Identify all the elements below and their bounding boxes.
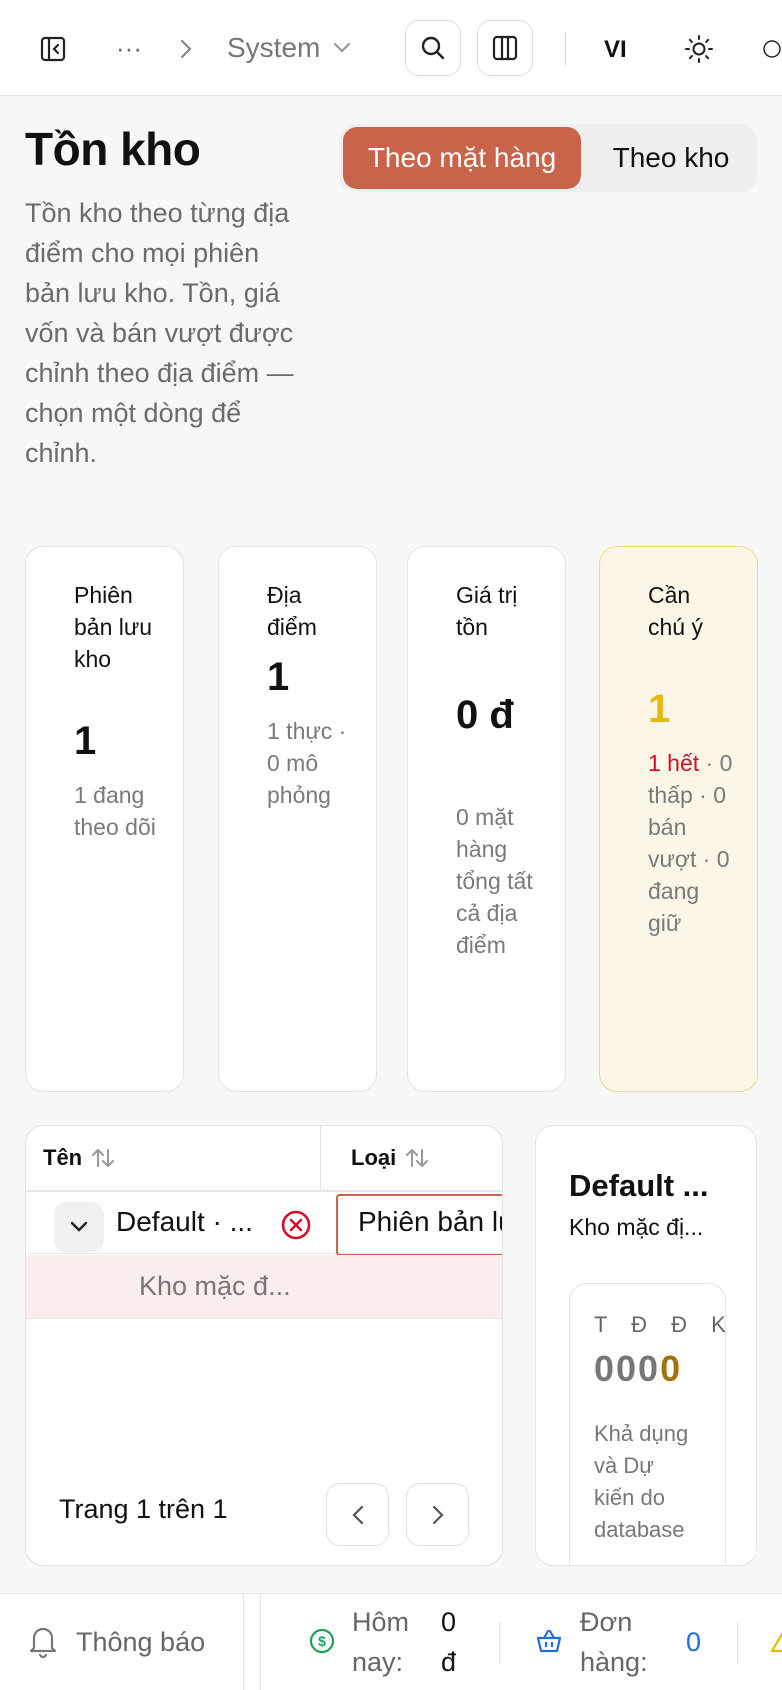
bell-icon[interactable] — [28, 1624, 58, 1663]
stat-label: Cần chú ý — [648, 582, 703, 640]
search-icon — [421, 36, 445, 60]
chevron-left-icon — [351, 1505, 363, 1524]
row-type-cell[interactable]: Phiên bản lưu kho — [336, 1194, 502, 1256]
basket-icon — [535, 1628, 563, 1659]
view-toggle: Theo mặt hàng Theo kho — [339, 124, 757, 192]
warning-icon[interactable] — [770, 1626, 782, 1656]
stock-highlight-digit: 0 — [660, 1348, 683, 1389]
columns-icon — [492, 35, 518, 61]
page-description: Tồn kho theo từng địa điểm cho mọi phiên… — [25, 198, 294, 468]
column-header-label: Tên — [43, 1145, 83, 1170]
sun-icon — [685, 35, 713, 63]
error-icon — [281, 1210, 311, 1240]
stock-breakdown-description: Khả dụng và Dự kiến do database — [594, 1421, 689, 1542]
today-label: Hôm nay: — [352, 1607, 410, 1677]
stat-card-attention: Cần chú ý 1 1 hết · 0 thấp · 0 bán vượt … — [599, 546, 758, 1092]
stat-sub: 1 thực · 0 mô phỏng — [267, 718, 347, 808]
notifications-link[interactable]: Thông báo — [76, 1622, 205, 1662]
stock-breakdown-letters: T Đ Đ K — [594, 1312, 735, 1337]
view-by-item-button[interactable]: Theo mặt hàng — [343, 127, 581, 189]
table-row[interactable]: Default · ... Phiên bản lưu kho — [26, 1192, 502, 1256]
out-of-stock-count: 1 hết — [648, 750, 700, 776]
stat-value: 1 — [648, 687, 671, 731]
stock-breakdown-card: T Đ Đ K 0000 Khả dụng và Dự kiến do data… — [569, 1283, 726, 1565]
svg-text:$: $ — [318, 1633, 326, 1649]
column-divider — [320, 1126, 321, 1190]
breadcrumb-ellipsis[interactable]: ··· — [116, 28, 142, 68]
sort-icon — [406, 1149, 429, 1167]
view-by-warehouse-button[interactable]: Theo kho — [589, 127, 753, 189]
breadcrumb-current[interactable]: System — [227, 28, 352, 68]
sidebar-toggle-icon[interactable] — [36, 32, 70, 66]
detail-panel: Default ... Kho mặc đị... T Đ Đ K 0000 K… — [535, 1125, 757, 1566]
stat-value: 0 đ — [456, 693, 514, 737]
columns-button[interactable] — [477, 20, 533, 76]
chevron-right-icon — [432, 1505, 444, 1524]
next-page-button[interactable] — [406, 1483, 469, 1546]
stat-label: Giá trị tồn — [456, 582, 518, 640]
stat-label: Phiên bản lưu kho — [74, 582, 153, 672]
bottombar-divider — [499, 1622, 500, 1664]
row-name: Default · ... — [116, 1206, 253, 1237]
breadcrumb-chevron-icon — [176, 34, 196, 64]
theme-toggle[interactable] — [682, 32, 716, 66]
bottombar-divider — [243, 1594, 244, 1690]
money-icon: $ — [309, 1628, 335, 1659]
stat-label: Địa điểm — [267, 582, 317, 640]
stock-breakdown-digits: 0000 — [594, 1348, 682, 1390]
bottom-status-bar: Thông báo $ Hôm nay: 0 đ Đơn hàng: 0 — [0, 1593, 782, 1690]
orders-value[interactable]: 0 — [686, 1622, 701, 1662]
page-title: Tồn kho — [25, 123, 201, 175]
chevron-down-icon — [334, 42, 351, 53]
expand-row-button[interactable] — [54, 1202, 104, 1252]
topbar-divider — [565, 32, 566, 66]
table-subrow-location[interactable]: Kho mặc đ... — [26, 1255, 502, 1319]
stock-digits: 000 — [594, 1348, 661, 1389]
detail-title: Default ... — [569, 1168, 709, 1203]
sort-icon — [92, 1149, 115, 1167]
language-switch[interactable]: VI — [604, 30, 627, 70]
chevron-down-icon — [70, 1221, 88, 1232]
stat-sub: 1 đang theo dõi — [74, 782, 156, 840]
detail-subtitle: Kho mặc đị... — [569, 1214, 704, 1240]
pagination-label: Trang 1 trên 1 — [59, 1494, 228, 1524]
bottombar-divider — [260, 1594, 261, 1690]
stat-card-stock-value: Giá trị tồn 0 đ 0 mặt hàng tổng tất cả đ… — [407, 546, 566, 1092]
column-header-name[interactable]: Tên — [43, 1126, 116, 1190]
column-header-type[interactable]: Loại — [351, 1126, 430, 1190]
location-name: Kho mặc đ... — [139, 1271, 291, 1301]
bottombar-divider — [737, 1622, 738, 1664]
user-menu-icon[interactable] — [762, 34, 782, 64]
column-header-label: Loại — [351, 1145, 397, 1170]
stat-card-locations: Địa điểm 1 1 thực · 0 mô phỏng — [218, 546, 377, 1092]
top-bar: ··· System VI — [0, 0, 782, 96]
stat-value: 1 — [267, 655, 290, 699]
breadcrumb-current-label: System — [227, 32, 321, 63]
stat-sub: 0 mặt hàng tổng tất cả địa điểm — [456, 804, 533, 958]
stat-value: 1 — [74, 719, 97, 763]
search-button[interactable] — [405, 20, 461, 76]
orders-label: Đơn hàng: — [580, 1607, 648, 1677]
inventory-table: Tên Loại Default · ... Phiên bản lưu kho… — [25, 1125, 503, 1566]
stat-sub: 1 hết · 0 thấp · 0 bán vượt · 0 đang giữ — [648, 747, 738, 939]
stat-card-variants: Phiên bản lưu kho 1 1 đang theo dõi — [25, 546, 184, 1092]
attention-breakdown: · 0 thấp · 0 bán vượt · 0 đang giữ — [648, 750, 733, 936]
today-value: 0 đ — [441, 1607, 457, 1677]
previous-page-button[interactable] — [326, 1483, 389, 1546]
